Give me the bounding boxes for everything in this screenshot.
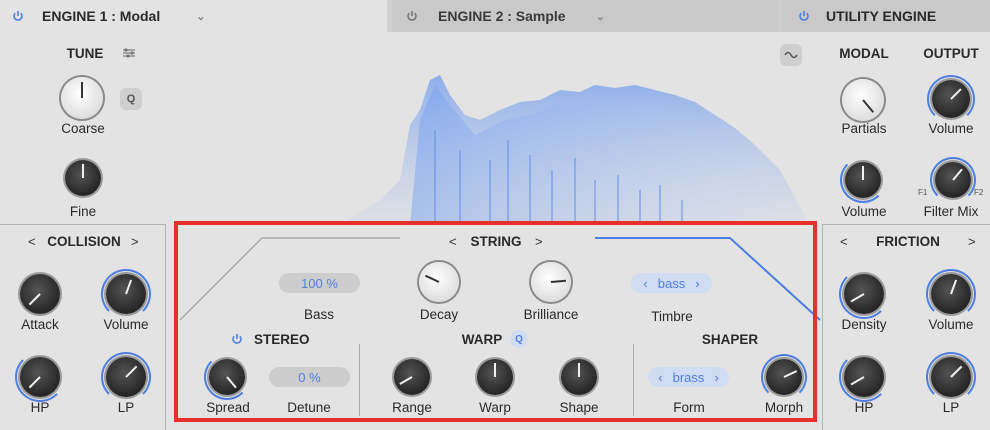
output-title: OUTPUT bbox=[923, 46, 979, 61]
partials-label: Partials bbox=[841, 121, 887, 136]
filter-f1-label: F1 bbox=[918, 188, 928, 197]
friction-hp-knob[interactable] bbox=[844, 357, 884, 397]
highlight-box bbox=[174, 221, 817, 422]
density-label: Density bbox=[841, 317, 887, 332]
utility-title: UTILITY ENGINE bbox=[826, 8, 937, 24]
friction-title: FRICTION bbox=[876, 234, 940, 249]
collision-hp-label: HP bbox=[30, 400, 50, 415]
modal-title: MODAL bbox=[839, 46, 889, 61]
friction-volume-label: Volume bbox=[928, 317, 974, 332]
output-volume-knob[interactable] bbox=[932, 80, 970, 118]
tune-title: TUNE bbox=[66, 46, 104, 61]
engine-1-title: ENGINE 1 : Modal bbox=[42, 8, 161, 24]
engine-1-dropdown-icon[interactable]: ⌄ bbox=[196, 10, 205, 23]
engine-1-power-icon[interactable] bbox=[10, 8, 26, 24]
friction-prev-button[interactable]: < bbox=[840, 234, 848, 249]
tab-utility-engine[interactable]: UTILITY ENGINE bbox=[782, 0, 990, 32]
collision-attack-knob[interactable] bbox=[20, 274, 60, 314]
filter-f2-label: F2 bbox=[974, 188, 984, 197]
engine-2-title: ENGINE 2 : Sample bbox=[438, 8, 566, 24]
collision-hp-knob[interactable] bbox=[20, 357, 60, 397]
friction-volume-knob[interactable] bbox=[931, 274, 971, 314]
filter-mix-label: Filter Mix bbox=[923, 204, 979, 219]
collision-attack-label: Attack bbox=[21, 317, 59, 332]
filter-mix-knob[interactable] bbox=[935, 162, 971, 198]
tune-settings-icon[interactable] bbox=[120, 44, 138, 62]
waveform-icon[interactable] bbox=[780, 44, 802, 66]
friction-lp-label: LP bbox=[942, 400, 960, 415]
collision-lp-knob[interactable] bbox=[106, 357, 146, 397]
collision-next-button[interactable]: > bbox=[131, 234, 139, 249]
engine-2-dropdown-icon[interactable]: ⌄ bbox=[596, 10, 605, 23]
tune-q-button[interactable]: Q bbox=[120, 88, 142, 110]
collision-lp-label: LP bbox=[117, 400, 135, 415]
partials-knob[interactable] bbox=[842, 79, 884, 121]
tab-engine-2[interactable]: ENGINE 2 : Sample ⌄ bbox=[392, 0, 778, 32]
fine-knob[interactable] bbox=[65, 160, 101, 196]
friction-hp-label: HP bbox=[854, 400, 874, 415]
modal-volume-label: Volume bbox=[841, 204, 887, 219]
collision-volume-knob[interactable] bbox=[106, 274, 146, 314]
coarse-label: Coarse bbox=[61, 121, 105, 136]
coarse-knob[interactable] bbox=[61, 77, 103, 119]
friction-lp-knob[interactable] bbox=[931, 357, 971, 397]
collision-volume-label: Volume bbox=[103, 317, 149, 332]
spectrum-display bbox=[340, 75, 810, 225]
output-volume-label: Volume bbox=[928, 121, 974, 136]
utility-power-icon[interactable] bbox=[796, 8, 812, 24]
modal-volume-knob[interactable] bbox=[845, 162, 881, 198]
engine-2-power-icon[interactable] bbox=[404, 8, 420, 24]
fine-label: Fine bbox=[69, 204, 97, 219]
collision-title: COLLISION bbox=[47, 234, 121, 249]
collision-prev-button[interactable]: < bbox=[28, 234, 36, 249]
tab-engine-1[interactable]: ENGINE 1 : Modal ⌄ bbox=[0, 0, 387, 32]
density-knob[interactable] bbox=[844, 274, 884, 314]
friction-next-button[interactable]: > bbox=[968, 234, 976, 249]
